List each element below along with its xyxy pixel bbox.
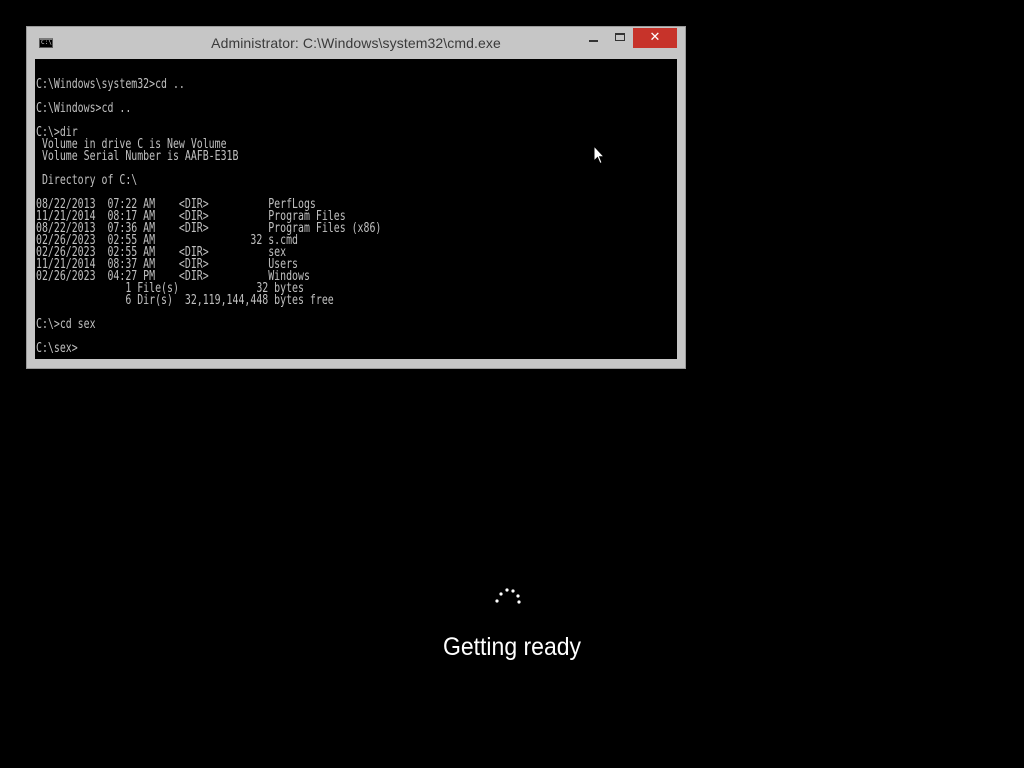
setup-status-text: Getting ready xyxy=(442,633,582,661)
console-line: 6 Dir(s) 32,119,144,448 bytes free xyxy=(36,293,334,308)
minimize-button[interactable] xyxy=(581,28,607,48)
cmd-window[interactable]: C:\ Administrator: C:\Windows\system32\c… xyxy=(26,26,686,369)
console-line: C:\>cd sex xyxy=(36,317,96,332)
loading-spinner-icon xyxy=(495,588,521,604)
minimize-icon xyxy=(589,40,598,42)
maximize-button[interactable] xyxy=(607,28,633,48)
console-line: Volume Serial Number is AAFB-E31B xyxy=(36,149,239,164)
console-line: C:\Windows\system32>cd .. xyxy=(36,77,185,92)
console-line: Directory of C:\ xyxy=(36,173,138,188)
maximize-icon xyxy=(615,33,625,41)
console-line: C:\Windows>cd .. xyxy=(36,101,132,116)
close-button[interactable]: ✕ xyxy=(633,28,677,48)
console-line: C:\sex> xyxy=(36,341,78,356)
mouse-pointer-icon xyxy=(593,145,605,165)
close-icon: ✕ xyxy=(649,30,661,45)
console-output[interactable]: C:\Windows\system32>cd .. C:\Windows>cd … xyxy=(35,59,677,359)
desktop-screen: C:\ Administrator: C:\Windows\system32\c… xyxy=(0,0,1024,768)
console-text: C:\Windows\system32>cd .. C:\Windows>cd … xyxy=(36,77,381,356)
window-titlebar[interactable]: C:\ Administrator: C:\Windows\system32\c… xyxy=(27,27,685,59)
